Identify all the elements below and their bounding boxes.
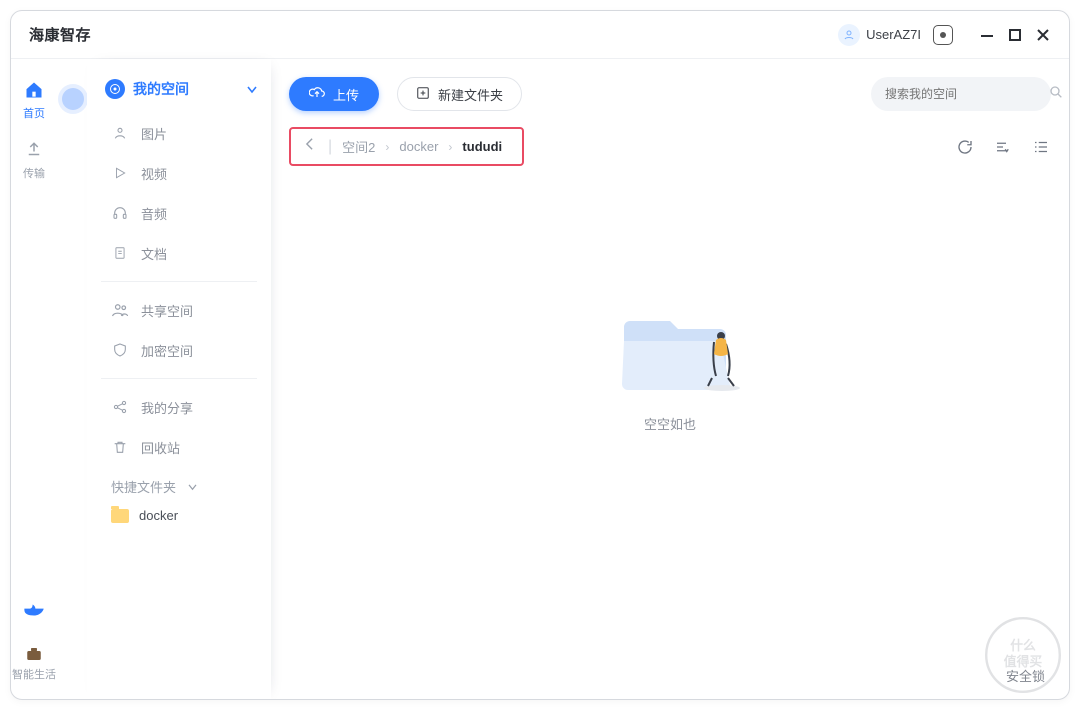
refresh-button[interactable] [955,137,975,157]
sidebar-item-label: 图片 [141,124,167,143]
close-button[interactable] [1031,23,1055,47]
whale-icon [23,599,45,621]
sidebar-item-myshares[interactable]: 我的分享 [111,387,257,427]
transfer-icon [23,139,45,161]
quick-folders-header[interactable]: 快捷文件夹 [87,467,271,502]
app-window: 海康智存 UserAZ7I 首页 传输 [10,10,1070,700]
sidebar-item-label: 共享空间 [141,301,193,320]
space-label: 我的空间 [133,79,189,99]
rail-item-label: 首页 [23,105,45,121]
side-panel: 我的空间 图片 视频 音频 [87,59,271,699]
sidebar-item-label: 加密空间 [141,341,193,360]
breadcrumb-item[interactable]: 空间2 [342,137,375,156]
empty-state-label: 空空如也 [644,414,696,433]
sidebar-item-encrypted[interactable]: 加密空间 [111,330,257,370]
view-tools [955,137,1051,157]
breadcrumb-item[interactable]: docker [399,139,438,154]
toolbar: 上传 新建文件夹 [271,59,1069,121]
trash-icon [111,438,129,456]
space-icon [105,79,125,99]
search-box[interactable] [871,77,1051,111]
upload-label: 上传 [333,85,359,104]
person-icon [111,124,129,142]
empty-illustration [600,286,740,396]
new-folder-label: 新建文件夹 [438,85,503,104]
user-name[interactable]: UserAZ7I [866,27,921,42]
sidebar-item-shared[interactable]: 共享空间 [111,290,257,330]
title-bar: 海康智存 UserAZ7I [11,11,1069,59]
home-icon [23,79,45,101]
settings-icon[interactable] [933,25,953,45]
chevron-down-icon [188,479,197,494]
sidebar-item-recycle[interactable]: 回收站 [111,427,257,467]
main-content: 上传 新建文件夹 | 空间2 › docker › [271,59,1069,699]
sidebar-item-label: 我的分享 [141,398,193,417]
divider: | [328,138,332,156]
quick-folder-label: docker [139,508,178,523]
maximize-button[interactable] [1003,23,1027,47]
shield-icon [111,341,129,359]
folder-icon [111,509,129,523]
caret-down-icon [247,81,257,97]
sidebar-item-label: 文档 [141,244,167,263]
sidebar-item-documents[interactable]: 文档 [111,233,257,273]
breadcrumb-row: | 空间2 › docker › tududi [271,121,1069,176]
new-folder-button[interactable]: 新建文件夹 [397,77,522,111]
nav-rail: 首页 传输 智能生活 [11,59,57,699]
sidebar-item-audio[interactable]: 音频 [111,193,257,233]
space-selector[interactable]: 我的空间 [87,69,271,113]
upload-button[interactable]: 上传 [289,77,379,111]
chevron-right-icon: › [385,140,389,154]
breadcrumb-item-current: tududi [462,139,502,154]
user-avatar-icon[interactable] [838,24,860,46]
rail-item-label: 传输 [23,165,45,181]
side-curve [57,59,87,699]
list-view-button[interactable] [1031,137,1051,157]
quick-folders-label: 快捷文件夹 [111,477,176,496]
sort-button[interactable] [993,137,1013,157]
rail-item-label: 智能生活 [12,669,56,681]
rail-item-whale[interactable] [23,599,45,621]
share-icon [111,398,129,416]
rail-item-transfer[interactable]: 传输 [23,139,45,181]
plus-box-icon [416,86,430,103]
play-icon [111,164,129,182]
sidebar-item-label: 音频 [141,204,167,223]
chevron-right-icon: › [448,140,452,154]
doc-icon [111,244,129,262]
content-area: 空空如也 [271,176,1069,699]
sidebar-item-label: 回收站 [141,438,180,457]
minimize-button[interactable] [975,23,999,47]
rail-item-smartlife[interactable]: 智能生活 [12,643,56,681]
app-title: 海康智存 [29,24,91,45]
rail-item-home[interactable]: 首页 [23,79,45,121]
sidebar-item-pictures[interactable]: 图片 [111,113,257,153]
breadcrumb-back-button[interactable] [301,137,318,156]
cloud-upload-icon [309,86,325,103]
security-lock-link[interactable]: 安全锁 [1006,666,1045,685]
sidebar-item-videos[interactable]: 视频 [111,153,257,193]
group-icon [111,301,129,319]
headphones-icon [111,204,129,222]
briefcase-icon [23,643,45,665]
breadcrumb-highlight: | 空间2 › docker › tududi [289,127,524,166]
sidebar-item-label: 视频 [141,164,167,183]
search-icon [1048,84,1064,105]
quick-folder-docker[interactable]: docker [87,502,271,529]
search-input[interactable] [885,87,1040,101]
